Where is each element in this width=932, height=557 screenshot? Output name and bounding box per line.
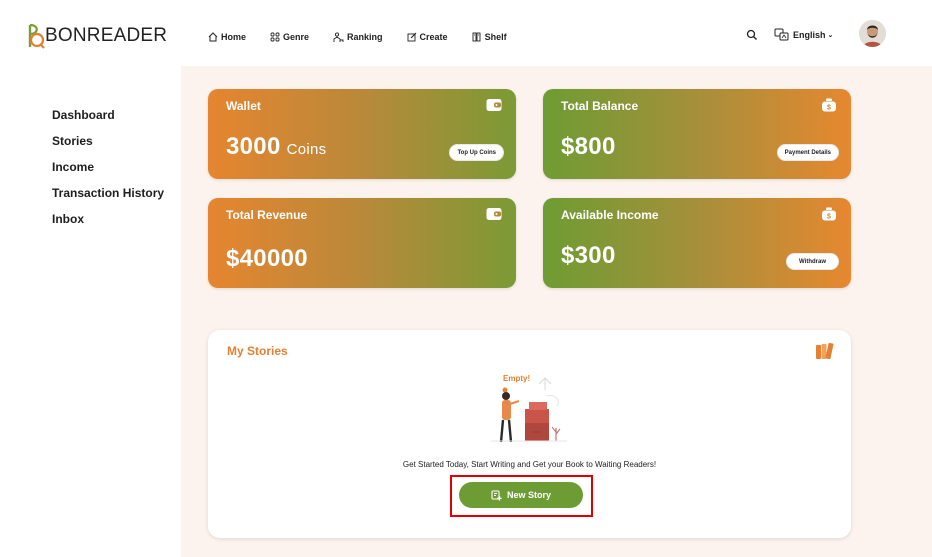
total-revenue-card: Total Revenue $40000: [208, 198, 516, 288]
available-income-value: $300: [561, 242, 616, 269]
nav-shelf-label: Shelf: [484, 32, 507, 42]
nav-shelf[interactable]: Shelf: [472, 30, 507, 44]
wallet-value-row: 3000 Coins: [226, 133, 326, 161]
sidebar-item-transaction-history[interactable]: Transaction History: [52, 186, 164, 200]
nav-create-label: Create: [419, 32, 448, 42]
nav-home[interactable]: Home: [208, 30, 246, 44]
main-nav: Home Genre Ranking Create Shelf: [208, 30, 531, 44]
logo-mark-icon: [28, 23, 45, 49]
wallet-value: 3000: [226, 133, 281, 160]
wallet-card: Wallet 3000 Coins Top Up Coins: [208, 89, 516, 179]
nav-home-label: Home: [221, 32, 247, 42]
top-header: BONREADER Home Genre Ranking Create Shel…: [0, 0, 932, 66]
total-balance-title: Total Balance: [561, 99, 639, 113]
svg-text:$: $: [827, 214, 831, 221]
avatar[interactable]: [859, 20, 886, 47]
wallet-icon: [486, 99, 502, 111]
wallet-icon: [486, 208, 502, 220]
highlight-box: [450, 475, 593, 517]
language-label: English: [793, 29, 826, 40]
sidebar-item-dashboard[interactable]: Dashboard: [52, 108, 115, 122]
home-icon: [208, 32, 218, 42]
nav-genre[interactable]: Genre: [270, 30, 309, 44]
empty-illustration-art: [491, 377, 567, 443]
svg-text:$: $: [827, 105, 831, 112]
bookshelf-icon: [472, 32, 481, 42]
available-income-card: Available Income $ $300 Withdraw: [543, 198, 851, 288]
user-avatar-icon: [859, 20, 886, 47]
books-icon: [816, 342, 834, 360]
top-up-coins-button[interactable]: Top Up Coins: [449, 144, 504, 161]
wallet-title: Wallet: [226, 99, 261, 113]
bonreader-logo[interactable]: BONREADER: [27, 22, 167, 50]
ranking-icon: [333, 31, 344, 42]
sidebar-item-income[interactable]: Income: [52, 160, 94, 174]
nav-genre-label: Genre: [283, 32, 310, 42]
sidebar: Dashboard Stories Income Transaction His…: [0, 66, 181, 557]
total-balance-value: $800: [561, 133, 616, 160]
edit-icon: [407, 32, 416, 42]
nav-create[interactable]: Create: [407, 30, 448, 44]
total-balance-card: Total Balance $ $800 Payment Details: [543, 89, 851, 179]
available-income-title: Available Income: [561, 208, 659, 222]
nav-ranking[interactable]: Ranking: [333, 30, 383, 44]
money-bag-icon: $: [822, 98, 836, 112]
empty-illustration: Empty!: [489, 374, 569, 449]
total-revenue-title: Total Revenue: [226, 208, 308, 222]
grid-icon: [270, 32, 280, 42]
total-revenue-value: $40000: [226, 245, 308, 272]
nav-ranking-label: Ranking: [347, 32, 383, 42]
empty-message: Get Started Today, Start Writing and Get…: [402, 460, 657, 469]
withdraw-button[interactable]: Withdraw: [786, 253, 839, 270]
wallet-unit: Coins: [286, 141, 327, 158]
my-stories-title: My Stories: [227, 344, 288, 358]
search-icon[interactable]: [746, 29, 758, 41]
language-selector[interactable]: English ⌄: [774, 28, 833, 41]
sidebar-item-stories[interactable]: Stories: [52, 134, 93, 148]
payment-details-button[interactable]: Payment Details: [776, 144, 839, 161]
logo-text: BONREADER: [45, 25, 168, 46]
translate-icon: [774, 28, 789, 41]
money-bag-icon: $: [822, 207, 836, 221]
sidebar-item-inbox[interactable]: Inbox: [52, 212, 84, 226]
chevron-down-icon: ⌄: [827, 31, 834, 39]
